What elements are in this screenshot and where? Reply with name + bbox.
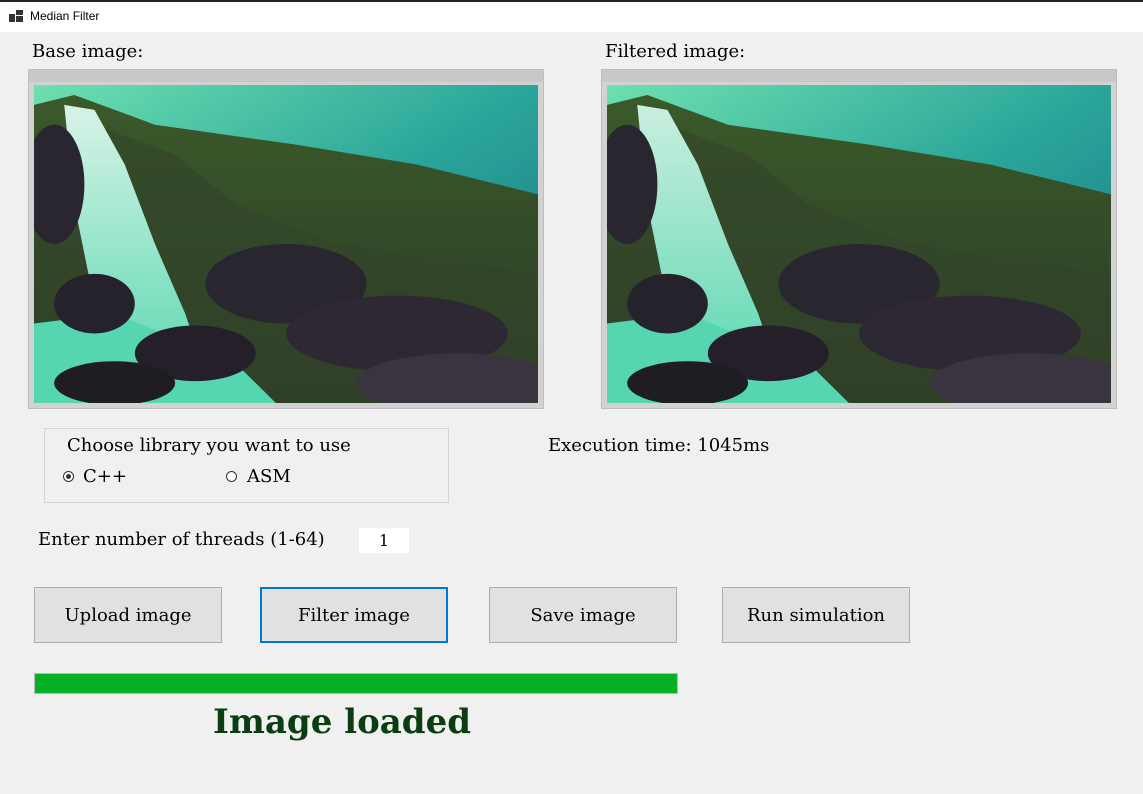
base-image bbox=[34, 85, 538, 403]
progress-bar bbox=[34, 673, 678, 694]
threads-label: Enter number of threads (1-64) bbox=[38, 529, 325, 550]
window-title: Median Filter bbox=[30, 9, 100, 23]
save-image-button[interactable]: Save image bbox=[489, 587, 677, 643]
library-title: Choose library you want to use bbox=[67, 435, 351, 456]
asm-radio[interactable] bbox=[226, 471, 237, 482]
upload-image-button[interactable]: Upload image bbox=[34, 587, 222, 643]
status-text: Image loaded bbox=[213, 702, 471, 742]
filtered-image-box bbox=[601, 69, 1117, 409]
window-titlebar: Median Filter bbox=[0, 0, 1143, 32]
progress-fill bbox=[35, 674, 677, 693]
filtered-image bbox=[607, 85, 1111, 403]
execution-time: Execution time: 1045ms bbox=[548, 435, 770, 456]
asm-radio-label[interactable]: ASM bbox=[247, 466, 291, 487]
cpp-radio-label[interactable]: C++ bbox=[83, 466, 127, 487]
base-image-strip bbox=[29, 70, 543, 82]
run-simulation-button[interactable]: Run simulation bbox=[722, 587, 910, 643]
threads-input[interactable] bbox=[359, 528, 409, 553]
base-image-label: Base image: bbox=[32, 41, 144, 62]
filtered-image-label: Filtered image: bbox=[605, 41, 746, 62]
app-icon bbox=[9, 10, 23, 22]
filter-image-button[interactable]: Filter image bbox=[260, 587, 448, 643]
base-image-box bbox=[28, 69, 544, 409]
cpp-radio[interactable] bbox=[63, 471, 74, 482]
filtered-image-strip bbox=[602, 70, 1116, 82]
